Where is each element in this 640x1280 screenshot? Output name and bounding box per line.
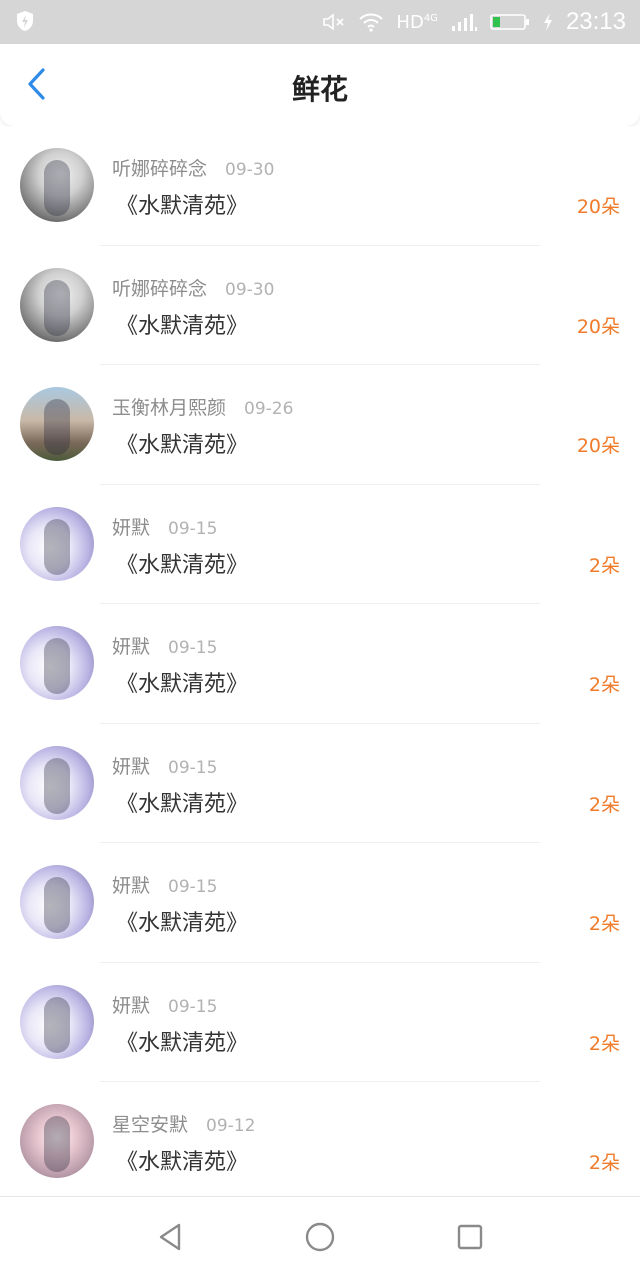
- user-name: 妍默: [112, 994, 151, 1017]
- status-time: 23:13: [565, 8, 626, 35]
- charging-icon: [542, 12, 554, 32]
- date: 09-15: [168, 877, 218, 897]
- back-triangle-icon: [156, 1222, 184, 1256]
- shield-bolt-icon: [16, 10, 34, 32]
- date: 09-15: [168, 638, 218, 658]
- book-title: 《水默清苑》: [116, 313, 249, 339]
- date: 09-30: [225, 160, 275, 180]
- list-item[interactable]: 妍默 09-15 《水默清苑》 2朵: [0, 724, 640, 844]
- avatar: [20, 506, 94, 581]
- user-name: 听娜碎碎念: [112, 158, 208, 180]
- system-nav-bar: [0, 1196, 640, 1280]
- list-item[interactable]: 妍默 09-15 《水默清苑》 2朵: [0, 485, 640, 605]
- book-title: 《水默清苑》: [116, 911, 249, 936]
- flower-count: 20朵: [576, 196, 620, 218]
- user-name: 妍默: [112, 755, 151, 778]
- book-title: 《水默清苑》: [116, 672, 249, 697]
- signal-icon: [450, 12, 478, 32]
- flower-count: 2朵: [588, 913, 620, 935]
- nav-home-button[interactable]: [300, 1219, 340, 1259]
- flower-count: 2朵: [588, 554, 620, 577]
- flower-count: 2朵: [588, 674, 620, 696]
- wifi-icon: [358, 12, 384, 32]
- date: 09-15: [168, 996, 218, 1017]
- book-title: 《水默清苑》: [116, 791, 249, 817]
- avatar: [20, 865, 94, 939]
- avatar: [20, 148, 94, 222]
- list-item[interactable]: 玉衡林月熙颜 09-26 《水默清苑》 20朵: [0, 365, 640, 485]
- recents-square-icon: [455, 1222, 485, 1256]
- avatar: [20, 626, 94, 700]
- flower-record-list: 听娜碎碎念 09-30 《水默清苑》 20朵 听娜碎碎念 09-30 《水默清苑…: [0, 126, 640, 1196]
- list-item[interactable]: 星空安默 09-12 《水默清苑》 2朵: [0, 1082, 640, 1202]
- mute-icon: [322, 12, 346, 32]
- user-name: 听娜碎碎念: [112, 277, 208, 300]
- book-title: 《水默清苑》: [116, 552, 249, 578]
- list-item[interactable]: 妍默 09-15 《水默清苑》 2朵: [0, 963, 640, 1083]
- avatar: [20, 387, 94, 461]
- page-title: 鲜花: [291, 73, 348, 106]
- book-title: 《水默清苑》: [116, 194, 249, 219]
- battery-icon: [490, 12, 530, 32]
- avatar: [20, 267, 94, 342]
- date: 09-12: [206, 1116, 256, 1136]
- user-name: 玉衡林月熙颜: [112, 397, 227, 419]
- status-bar: HD4G 23:13: [0, 0, 640, 44]
- user-name: 妍默: [112, 636, 151, 658]
- book-title: 《水默清苑》: [116, 1030, 249, 1056]
- book-title: 《水默清苑》: [116, 1150, 249, 1175]
- nav-recents-button[interactable]: [450, 1219, 490, 1259]
- list-item[interactable]: 听娜碎碎念 09-30 《水默清苑》 20朵: [0, 126, 640, 246]
- list-item[interactable]: 妍默 09-15 《水默清苑》 2朵: [0, 604, 640, 724]
- header: 鲜花: [0, 44, 640, 126]
- date: 09-15: [168, 518, 218, 539]
- user-name: 妍默: [112, 875, 151, 897]
- flower-count: 2朵: [588, 793, 620, 816]
- date: 09-26: [244, 399, 294, 419]
- date: 09-30: [225, 279, 275, 300]
- avatar: [20, 984, 94, 1059]
- network-label: HD4G: [396, 11, 438, 33]
- flower-count: 2朵: [588, 1032, 620, 1055]
- flower-count: 20朵: [576, 435, 620, 457]
- book-title: 《水默清苑》: [116, 433, 249, 458]
- avatar: [20, 1104, 94, 1178]
- user-name: 妍默: [112, 516, 151, 539]
- list-item[interactable]: 听娜碎碎念 09-30 《水默清苑》 20朵: [0, 246, 640, 366]
- list-item[interactable]: 妍默 09-15 《水默清苑》 2朵: [0, 843, 640, 963]
- avatar: [20, 745, 94, 820]
- date: 09-15: [168, 757, 218, 778]
- flower-count: 2朵: [588, 1152, 620, 1174]
- flower-count: 20朵: [576, 315, 620, 338]
- user-name: 星空安默: [112, 1114, 189, 1136]
- home-circle-icon: [304, 1221, 336, 1257]
- nav-back-button[interactable]: [150, 1219, 190, 1259]
